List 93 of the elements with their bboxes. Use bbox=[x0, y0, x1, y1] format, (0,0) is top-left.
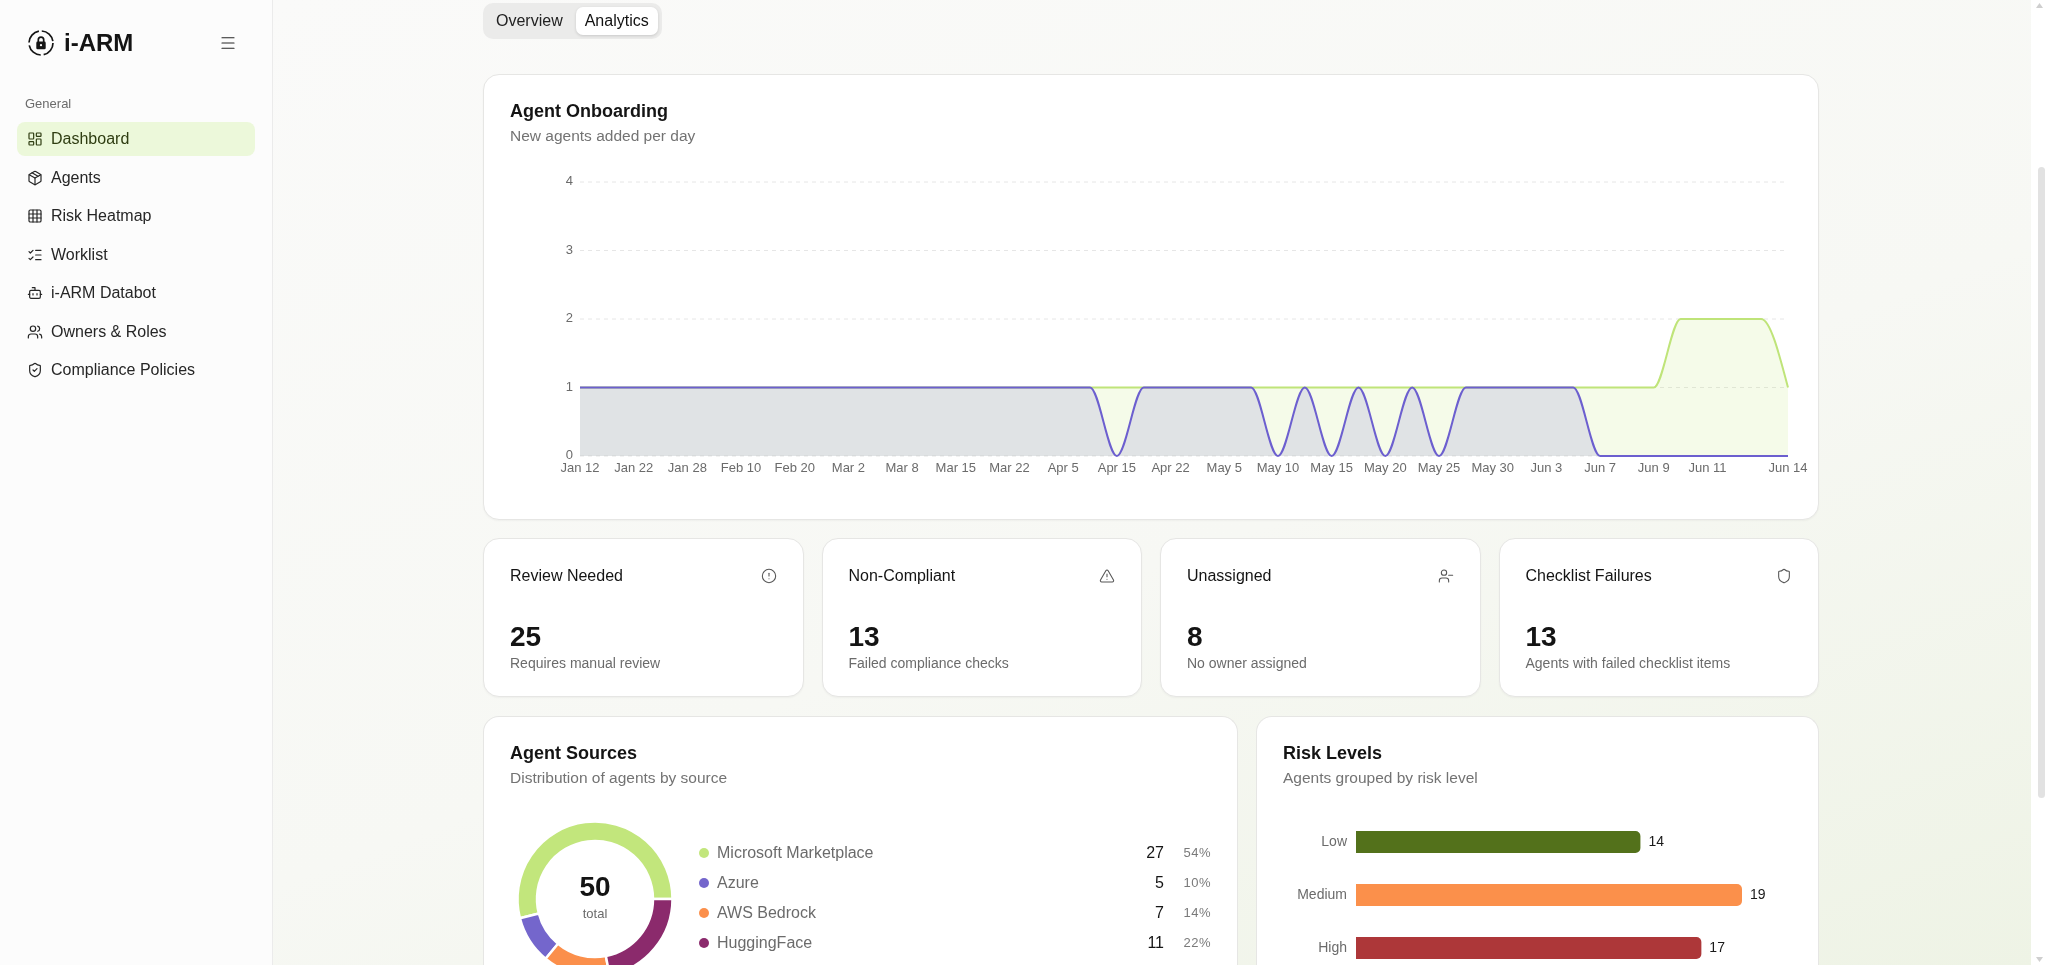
donut-total-label: total bbox=[582, 906, 608, 922]
bar-value-label: 17 bbox=[1709, 938, 1725, 955]
lock-logo-icon bbox=[28, 30, 54, 56]
box-icon bbox=[27, 169, 43, 186]
axis-label: Apr 22 bbox=[1151, 460, 1190, 476]
card-title: Agent Sources bbox=[510, 742, 639, 764]
axis-label: May 20 bbox=[1364, 460, 1407, 476]
axis-label: Jan 12 bbox=[560, 460, 600, 476]
legend-count: 27 bbox=[1146, 843, 1164, 863]
scrollbar[interactable] bbox=[2031, 0, 2048, 965]
axis-label: May 25 bbox=[1417, 460, 1461, 476]
axis-label: May 15 bbox=[1310, 460, 1353, 476]
legend-label: Microsoft Marketplace bbox=[717, 843, 875, 863]
legend-percent: 10% bbox=[1182, 874, 1211, 893]
robot-icon bbox=[27, 285, 43, 301]
warning-triangle-icon bbox=[1099, 568, 1115, 584]
stat-value: 13 bbox=[1525, 620, 1558, 654]
card-subtitle: Agents grouped by risk level bbox=[1283, 768, 1479, 788]
legend-percent: 54% bbox=[1182, 844, 1211, 863]
legend-label: AWS Bedrock bbox=[717, 903, 817, 923]
brand-name: i-ARM bbox=[64, 29, 134, 57]
sidebar-item[interactable]: Compliance Policies bbox=[17, 353, 255, 387]
scrollbar-thumb[interactable] bbox=[2037, 167, 2045, 798]
legend-percent: 14% bbox=[1182, 904, 1211, 923]
stat-value: 8 bbox=[1187, 620, 1204, 654]
stat-value: 13 bbox=[848, 620, 881, 654]
axis-label: Jan 22 bbox=[614, 460, 654, 476]
legend-label: Azure bbox=[717, 873, 760, 893]
shield-check-icon bbox=[27, 362, 43, 378]
grid-icon bbox=[27, 208, 43, 224]
menu-icon bbox=[219, 34, 237, 52]
stat-title: Non-Compliant bbox=[848, 566, 956, 586]
down-arrow-icon[interactable] bbox=[2036, 957, 2043, 962]
axis-label: May 30 bbox=[1471, 460, 1515, 476]
axis-label: Mar 8 bbox=[885, 460, 919, 476]
section-label: General bbox=[24, 96, 73, 112]
axis-label: Mar 2 bbox=[831, 460, 866, 476]
category-label: Low bbox=[1321, 832, 1347, 849]
axis-label: Mar 22 bbox=[989, 460, 1030, 476]
category-label: High bbox=[1318, 938, 1347, 955]
legend-count: 7 bbox=[1155, 903, 1164, 923]
axis-label: Feb 20 bbox=[774, 460, 815, 476]
sidebar-item[interactable]: Owners & Roles bbox=[17, 314, 255, 349]
donut-total-value: 50 bbox=[579, 871, 611, 903]
tab[interactable]: Analytics bbox=[575, 7, 658, 35]
bar-value-label: 14 bbox=[1648, 832, 1664, 849]
card-subtitle: New agents added per day bbox=[510, 126, 697, 146]
axis-label: 1 bbox=[565, 378, 573, 394]
axis-label: May 10 bbox=[1256, 460, 1300, 476]
stat-title: Review Needed bbox=[510, 566, 623, 586]
stat-description: Agents with failed checklist items bbox=[1525, 654, 1732, 672]
sidebar-item[interactable]: i-ARM Databot bbox=[17, 276, 255, 310]
alert-circle-icon bbox=[760, 568, 777, 584]
axis-label: Apr 15 bbox=[1097, 460, 1137, 476]
stat-title: Checklist Failures bbox=[1525, 566, 1652, 586]
axis-label: 2 bbox=[565, 310, 573, 326]
dashboard-icon bbox=[27, 131, 43, 147]
bar-value-label: 19 bbox=[1750, 885, 1766, 902]
sidebar-item[interactable]: Agents bbox=[17, 160, 255, 195]
axis-label: 0 bbox=[565, 447, 573, 463]
axis-label: Jun 7 bbox=[1584, 460, 1616, 476]
stat-value: 25 bbox=[510, 620, 543, 654]
legend-count: 5 bbox=[1155, 873, 1164, 893]
stat-title: Unassigned bbox=[1187, 566, 1272, 586]
axis-label: Jun 9 bbox=[1637, 460, 1670, 476]
sidebar-item[interactable]: Risk Heatmap bbox=[17, 199, 255, 233]
legend-percent: 22% bbox=[1182, 934, 1211, 953]
up-arrow-icon[interactable] bbox=[2036, 3, 2043, 8]
axis-label: Mar 15 bbox=[935, 460, 977, 476]
users-icon bbox=[27, 323, 43, 340]
axis-label: 4 bbox=[565, 173, 573, 189]
stat-description: Failed compliance checks bbox=[848, 654, 1010, 672]
axis-label: Jun 14 bbox=[1768, 460, 1808, 476]
axis-label: Jun 3 bbox=[1530, 460, 1563, 476]
axis-label: May 5 bbox=[1206, 460, 1242, 476]
tab[interactable]: Overview bbox=[487, 7, 572, 35]
axis-label: Apr 5 bbox=[1047, 460, 1079, 476]
axis-label: Jun 11 bbox=[1688, 460, 1727, 476]
axis-label: 3 bbox=[565, 241, 573, 257]
axis-label: Jan 28 bbox=[667, 460, 707, 476]
shield-icon bbox=[1776, 568, 1792, 584]
stat-description: Requires manual review bbox=[510, 654, 662, 672]
user-minus-icon bbox=[1437, 568, 1454, 584]
legend-label: HuggingFace bbox=[717, 933, 814, 953]
legend-count: 11 bbox=[1147, 933, 1164, 953]
sidebar-item[interactable]: Worklist bbox=[17, 237, 255, 272]
stat-description: No owner assigned bbox=[1187, 654, 1308, 672]
sidebar-item[interactable]: Dashboard bbox=[17, 122, 255, 156]
card-subtitle: Distribution of agents by source bbox=[510, 768, 729, 788]
card-title: Risk Levels bbox=[1283, 742, 1384, 764]
card-title: Agent Onboarding bbox=[510, 100, 669, 122]
axis-label: Feb 10 bbox=[720, 460, 762, 476]
category-label: Medium bbox=[1297, 885, 1347, 902]
